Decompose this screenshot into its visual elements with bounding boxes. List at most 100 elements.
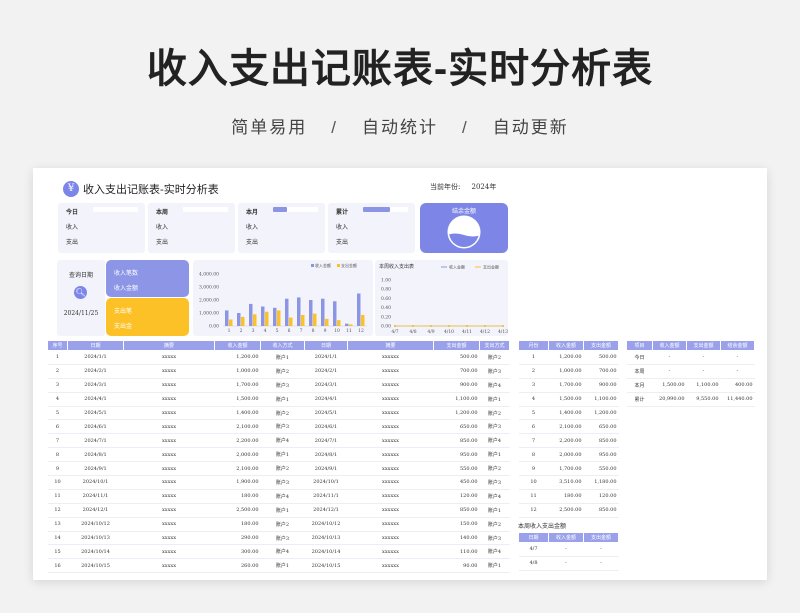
- table-cell[interactable]: 账户4: [260, 433, 305, 449]
- table-cell[interactable]: 850.00: [433, 433, 480, 449]
- table-cell[interactable]: 2024/8/1: [304, 447, 348, 463]
- table-cell[interactable]: 850.00: [583, 433, 619, 449]
- table-cell[interactable]: 账户1: [260, 558, 305, 574]
- search-icon[interactable]: 🔍︎: [74, 286, 87, 299]
- table-cell[interactable]: 1,400.00: [214, 406, 261, 421]
- table-cell[interactable]: 账户3: [479, 531, 510, 546]
- table-cell[interactable]: 500.00: [583, 350, 619, 365]
- table-cell[interactable]: xxxxxx: [347, 350, 434, 365]
- table-cell[interactable]: 2: [518, 364, 549, 379]
- table-cell[interactable]: 2,500.00: [214, 503, 261, 518]
- table-cell[interactable]: 2,500.00: [548, 503, 584, 518]
- table-cell[interactable]: 1,200.00: [214, 350, 261, 365]
- table-cell[interactable]: 1,500.00: [214, 392, 261, 407]
- table-cell[interactable]: 账户2: [260, 364, 305, 379]
- table-cell[interactable]: 2024/1/1: [304, 350, 348, 365]
- table-cell[interactable]: 1,100.00: [433, 392, 480, 407]
- table-cell[interactable]: 7: [518, 433, 549, 449]
- table-cell[interactable]: 1,200.00: [548, 350, 584, 365]
- table-cell[interactable]: 账户1: [479, 447, 510, 463]
- table-cell[interactable]: 4: [47, 392, 68, 407]
- table-cell[interactable]: 1,400.00: [548, 406, 584, 421]
- table-cell[interactable]: 2,100.00: [214, 461, 261, 477]
- table-cell[interactable]: 4/7: [518, 542, 549, 557]
- table-cell[interactable]: xxxxxx: [347, 447, 434, 463]
- table-cell[interactable]: 账户1: [479, 558, 510, 574]
- table-cell[interactable]: 20,990.00: [652, 392, 687, 407]
- table-cell[interactable]: 今日: [626, 350, 653, 365]
- table-cell[interactable]: 850.00: [583, 503, 619, 518]
- table-cell[interactable]: 账户4: [260, 489, 305, 504]
- table-cell[interactable]: 账户2: [479, 461, 510, 477]
- table-cell[interactable]: 2024/11/1: [304, 489, 348, 504]
- table-cell[interactable]: 账户4: [260, 544, 305, 560]
- table-cell[interactable]: xxxxx: [123, 475, 215, 490]
- table-cell[interactable]: 账户3: [479, 475, 510, 490]
- table-cell[interactable]: xxxxx: [123, 489, 215, 504]
- table-cell[interactable]: 450.00: [433, 475, 480, 490]
- table-cell[interactable]: -: [583, 556, 619, 571]
- table-cell[interactable]: 950.00: [433, 447, 480, 463]
- table-cell[interactable]: 1,180.00: [583, 475, 619, 490]
- table-cell[interactable]: 1,900.00: [214, 475, 261, 490]
- table-cell[interactable]: 1: [47, 350, 68, 365]
- table-cell[interactable]: 2024/6/1: [67, 419, 124, 435]
- table-cell[interactable]: 2,000.00: [548, 447, 584, 463]
- table-cell[interactable]: xxxxx: [123, 378, 215, 393]
- table-cell[interactable]: 90.00: [433, 558, 480, 574]
- table-cell[interactable]: 700.00: [583, 364, 619, 379]
- table-cell[interactable]: 15: [47, 544, 68, 560]
- table-cell[interactable]: xxxxx: [123, 419, 215, 435]
- table-cell[interactable]: 550.00: [433, 461, 480, 477]
- table-cell[interactable]: 2024/12/1: [304, 503, 348, 518]
- table-cell[interactable]: 9: [47, 461, 68, 477]
- table-cell[interactable]: 550.00: [583, 461, 619, 477]
- table-cell[interactable]: 8: [518, 447, 549, 463]
- table-cell[interactable]: 本周: [626, 364, 653, 379]
- table-cell[interactable]: 1,700.00: [548, 378, 584, 393]
- table-cell[interactable]: 2024/10/12: [67, 517, 124, 532]
- table-cell[interactable]: 1,000.00: [548, 364, 584, 379]
- table-cell[interactable]: 2024/5/1: [67, 406, 124, 421]
- table-cell[interactable]: 账户3: [260, 378, 305, 393]
- table-cell[interactable]: 2024/10/13: [304, 531, 348, 546]
- table-cell[interactable]: 110.00: [433, 544, 480, 560]
- table-cell[interactable]: xxxxx: [123, 517, 215, 532]
- table-cell[interactable]: xxxxxx: [347, 558, 434, 574]
- table-cell[interactable]: xxxxx: [123, 406, 215, 421]
- table-cell[interactable]: 260.00: [214, 558, 261, 574]
- table-cell[interactable]: 6: [518, 419, 549, 435]
- table-cell[interactable]: xxxxx: [123, 364, 215, 379]
- table-cell[interactable]: 1,700.00: [214, 378, 261, 393]
- table-cell[interactable]: 3,510.00: [548, 475, 584, 490]
- table-cell[interactable]: 2024/4/1: [304, 392, 348, 407]
- table-cell[interactable]: 2,000.00: [214, 447, 261, 463]
- table-cell[interactable]: -: [652, 364, 687, 379]
- table-cell[interactable]: -: [548, 556, 584, 571]
- table-cell[interactable]: 4/8: [518, 556, 549, 571]
- table-cell[interactable]: 2024/2/1: [304, 364, 348, 379]
- table-cell[interactable]: 账户4: [479, 433, 510, 449]
- table-cell[interactable]: xxxxxx: [347, 475, 434, 490]
- table-cell[interactable]: -: [652, 350, 687, 365]
- table-cell[interactable]: 5: [47, 406, 68, 421]
- table-cell[interactable]: 1,700.00: [548, 461, 584, 477]
- table-cell[interactable]: 账户4: [479, 378, 510, 393]
- table-cell[interactable]: xxxxx: [123, 433, 215, 449]
- table-cell[interactable]: 账户2: [479, 350, 510, 365]
- table-cell[interactable]: 账户1: [260, 503, 305, 518]
- table-cell[interactable]: 2024/10/12: [304, 517, 348, 532]
- table-cell[interactable]: 1,500.00: [652, 378, 687, 393]
- table-cell[interactable]: 账户1: [260, 447, 305, 463]
- table-cell[interactable]: xxxxxx: [347, 517, 434, 532]
- table-cell[interactable]: -: [686, 350, 721, 365]
- table-cell[interactable]: 150.00: [433, 517, 480, 532]
- table-cell[interactable]: 2024/9/1: [304, 461, 348, 477]
- table-cell[interactable]: 账户1: [479, 392, 510, 407]
- table-cell[interactable]: 2,100.00: [214, 419, 261, 435]
- table-cell[interactable]: 11: [518, 489, 549, 504]
- table-cell[interactable]: 2024/3/1: [67, 378, 124, 393]
- table-cell[interactable]: 2024/9/1: [67, 461, 124, 477]
- table-cell[interactable]: 1: [518, 350, 549, 365]
- table-cell[interactable]: 账户1: [260, 392, 305, 407]
